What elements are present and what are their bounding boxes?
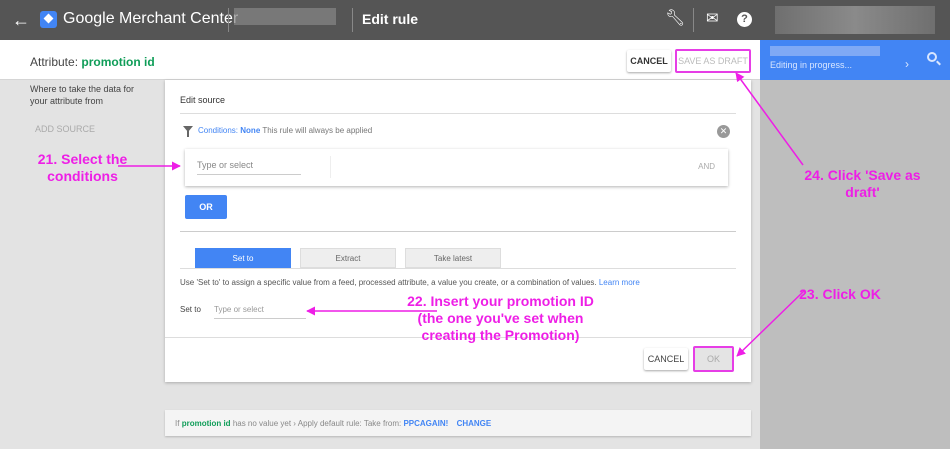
ok-button[interactable]: OK	[693, 346, 734, 372]
default-rule-source: PPCAGAIN!	[403, 419, 449, 428]
tab-set-to[interactable]: Set to	[195, 248, 291, 268]
right-side-panel: Editing in progress... ›	[760, 40, 950, 449]
divider	[693, 8, 694, 32]
conditions-value: None	[240, 126, 261, 135]
divider	[180, 268, 736, 269]
condition-input[interactable]: Type or select	[197, 160, 253, 170]
save-as-draft-button[interactable]: SAVE AS DRAFT	[675, 49, 751, 73]
annotation-step-21: 21. Select the conditions	[37, 151, 128, 184]
default-rule-prefix: If	[175, 419, 180, 428]
edit-source-title: Edit source	[180, 95, 226, 105]
source-description: Where to take the data for your attribut…	[30, 84, 135, 106]
wrench-icon[interactable]: 🔧︎	[665, 10, 685, 28]
divider	[228, 8, 229, 32]
app-name: Google Merchant Center	[63, 10, 239, 27]
search-icon[interactable]	[927, 52, 937, 62]
input-underline	[197, 174, 301, 175]
condition-select[interactable]: Type or select AND	[185, 149, 728, 186]
account-name-redacted	[234, 8, 336, 25]
tab-take-latest[interactable]: Take latest	[405, 248, 501, 268]
and-button[interactable]: AND	[698, 162, 715, 171]
editing-status-card[interactable]: Editing in progress... ›	[760, 40, 950, 80]
top-app-bar: ← Google Merchant Center Edit rule 🔧︎ ✉ …	[0, 0, 950, 40]
tab-extract[interactable]: Extract	[300, 248, 396, 268]
default-rule-text: If promotion id has no value yet › Apply…	[175, 419, 491, 428]
or-button[interactable]: OR	[185, 195, 227, 219]
set-to-input[interactable]: Type or select	[214, 305, 264, 314]
attribute-name: promotion id	[81, 55, 155, 69]
conditions-note: This rule will always be applied	[262, 126, 373, 135]
set-to-label: Set to	[180, 305, 201, 314]
annotation-step-23: 23. Click OK	[799, 286, 881, 302]
account-info-redacted	[775, 6, 935, 34]
input-underline	[214, 318, 306, 319]
filter-icon	[183, 126, 193, 137]
divider	[180, 231, 736, 232]
page-title: Edit rule	[362, 11, 419, 27]
attribute-label: Attribute: promotion id	[30, 55, 155, 69]
divider	[352, 8, 353, 32]
add-source-button[interactable]: ADD SOURCE	[35, 124, 95, 134]
cancel-button[interactable]: CANCEL	[644, 348, 688, 370]
back-arrow-icon[interactable]: ←	[12, 10, 30, 30]
attribute-header: Attribute: promotion id CANCEL SAVE AS D…	[0, 40, 760, 80]
default-rule-middle: has no value yet › Apply default rule: T…	[232, 419, 402, 428]
editing-status: Editing in progress...	[770, 60, 853, 70]
learn-more-link[interactable]: Learn more	[599, 278, 640, 287]
cancel-button[interactable]: CANCEL	[627, 50, 671, 72]
annotation-step-22: 22. Insert your promotion ID (the one yo…	[407, 293, 594, 343]
default-rule-attribute: promotion id	[181, 419, 231, 428]
mail-icon[interactable]: ✉	[706, 10, 719, 28]
default-rule-bar: If promotion id has no value yet › Apply…	[165, 410, 751, 436]
help-text: Use 'Set to' to assign a specific value …	[180, 278, 597, 287]
rule-name-redacted	[770, 46, 880, 56]
conditions-summary: Conditions: None This rule will always b…	[198, 126, 372, 135]
divider	[330, 156, 331, 178]
divider	[180, 113, 736, 114]
close-icon[interactable]: ✕	[717, 125, 730, 138]
chevron-right-icon[interactable]: ›	[905, 57, 909, 71]
attribute-prefix: Attribute:	[30, 55, 79, 69]
help-icon[interactable]: ?	[737, 12, 752, 27]
change-link[interactable]: CHANGE	[457, 419, 492, 428]
merchant-center-logo-icon	[40, 11, 57, 28]
set-to-help-text: Use 'Set to' to assign a specific value …	[180, 278, 640, 287]
annotation-step-24: 24. Click 'Save as draft'	[804, 167, 921, 200]
conditions-label: Conditions:	[198, 126, 239, 135]
